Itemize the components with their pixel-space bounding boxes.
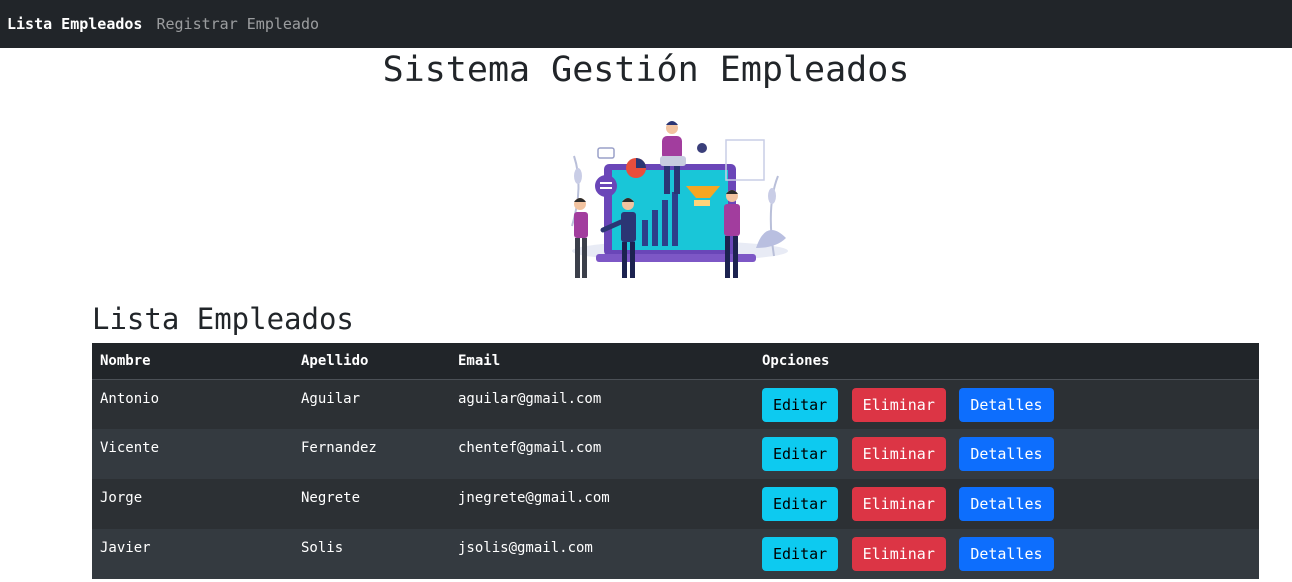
cell-email: jsolis@gmail.com: [458, 540, 593, 556]
header-opciones: Opciones: [754, 343, 1259, 380]
cell-email: aguilar@gmail.com: [458, 390, 602, 407]
details-button[interactable]: Detalles: [959, 537, 1054, 571]
cell-email: jnegrete@gmail.com: [458, 490, 610, 506]
delete-button[interactable]: Eliminar: [851, 537, 946, 571]
cell-apellido: Solis: [301, 540, 344, 556]
header-email: Email: [450, 343, 754, 380]
cell-nombre: Javier: [100, 540, 151, 556]
edit-button[interactable]: Editar: [762, 537, 839, 571]
delete-button[interactable]: Eliminar: [851, 387, 946, 422]
cell-nombre: Jorge: [100, 490, 143, 506]
cell-opciones: Editar Eliminar Detalles: [754, 429, 1259, 479]
header-apellido: Apellido: [293, 343, 450, 380]
cell-nombre: Antonio: [100, 390, 160, 407]
team-dashboard-illustration: [560, 116, 792, 288]
cell-nombre: Vicente: [100, 440, 160, 456]
cell-opciones: Editar Eliminar Detalles: [754, 529, 1259, 579]
table-row: Jorge Negrete jnegrete@gmail.com Editar …: [92, 479, 1259, 529]
navbar: Lista Empleados Registrar Empleado: [0, 0, 1292, 48]
employees-table-wrapper: Nombre Apellido Email Opciones Antonio A…: [92, 343, 1259, 579]
cell-email: chentef@gmail.com: [458, 440, 602, 456]
cell-apellido: Negrete: [301, 490, 361, 506]
delete-button[interactable]: Eliminar: [851, 437, 946, 471]
delete-button[interactable]: Eliminar: [851, 487, 946, 521]
page-title: Sistema Gestión Empleados: [382, 50, 910, 90]
nav-registrar-empleado[interactable]: Registrar Empleado: [156, 15, 319, 33]
details-button[interactable]: Detalles: [959, 387, 1054, 422]
cell-opciones: Editar Eliminar Detalles: [754, 379, 1259, 429]
cell-opciones: Editar Eliminar Detalles: [754, 479, 1259, 529]
table-header-row: Nombre Apellido Email Opciones: [92, 343, 1259, 380]
nav-lista-empleados[interactable]: Lista Empleados: [7, 15, 142, 33]
employees-table: Nombre Apellido Email Opciones Antonio A…: [92, 343, 1259, 579]
header-nombre: Nombre: [92, 343, 293, 380]
edit-button[interactable]: Editar: [762, 437, 839, 471]
edit-button[interactable]: Editar: [762, 487, 839, 521]
table-row: Javier Solis jsolis@gmail.com Editar Eli…: [92, 529, 1259, 579]
edit-button[interactable]: Editar: [762, 387, 839, 422]
section-title: Lista Empleados: [92, 302, 354, 336]
details-button[interactable]: Detalles: [959, 487, 1054, 521]
table-row: Antonio Aguilar aguilar@gmail.com Editar…: [92, 379, 1259, 429]
cell-apellido: Fernandez: [301, 440, 377, 456]
cell-apellido: Aguilar: [301, 390, 361, 407]
details-button[interactable]: Detalles: [959, 437, 1054, 471]
table-row: Vicente Fernandez chentef@gmail.com Edit…: [92, 429, 1259, 479]
